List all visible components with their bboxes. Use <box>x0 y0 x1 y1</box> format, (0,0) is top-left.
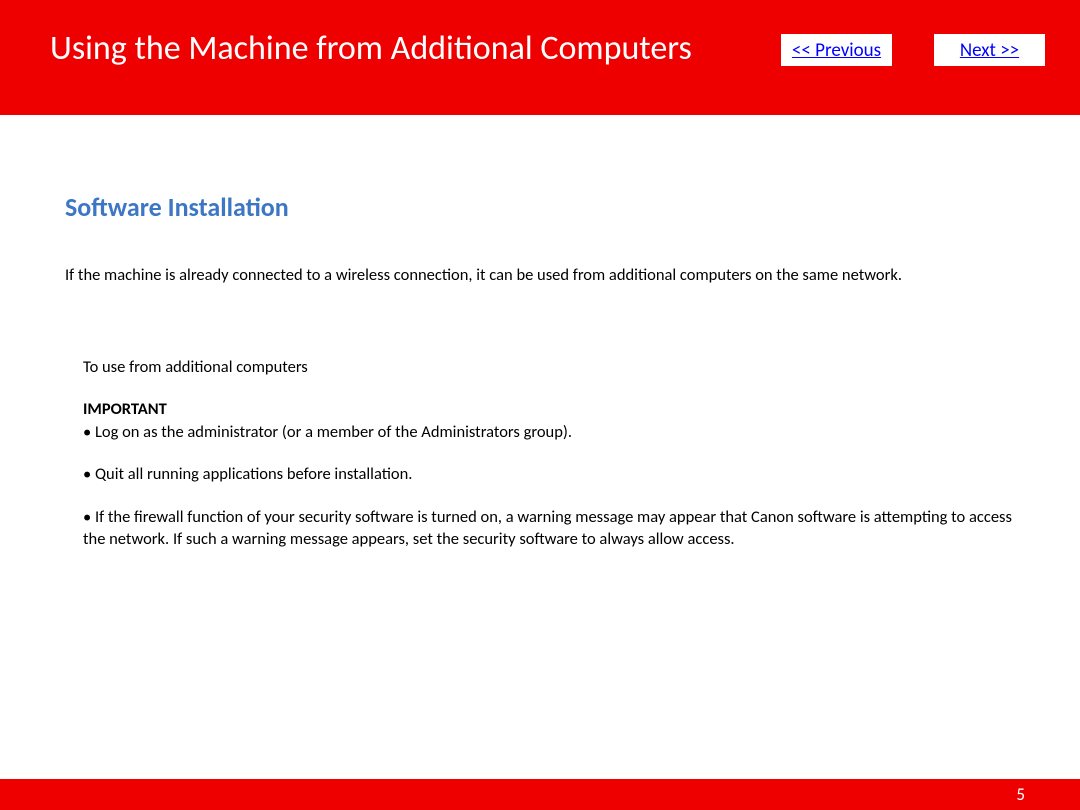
important-label: IMPORTANT <box>83 399 1020 419</box>
bullet-1: • Log on as the administrator (or a memb… <box>83 421 1020 443</box>
nav-buttons: << Previous Next >> <box>781 34 1045 66</box>
section-heading: Software Installation <box>65 191 1020 223</box>
intro-text: If the machine is already connected to a… <box>65 265 1020 285</box>
previous-label: << Previous <box>792 39 881 62</box>
previous-button[interactable]: << Previous <box>781 34 892 66</box>
next-button[interactable]: Next >> <box>934 34 1045 66</box>
header-bar: Using the Machine from Additional Comput… <box>0 0 1080 115</box>
sub-heading: To use from additional computers <box>83 357 1020 377</box>
next-label: Next >> <box>960 39 1019 62</box>
sub-section: To use from additional computers IMPORTA… <box>65 357 1020 550</box>
page-title: Using the Machine from Additional Comput… <box>50 28 781 69</box>
bullet-3: • If the firewall function of your secur… <box>83 506 1020 551</box>
footer-bar: 5 <box>0 779 1080 810</box>
bullet-2: • Quit all running applications before i… <box>83 463 1020 485</box>
content-area: Software Installation If the machine is … <box>0 115 1080 550</box>
page-number: 5 <box>1016 784 1025 805</box>
